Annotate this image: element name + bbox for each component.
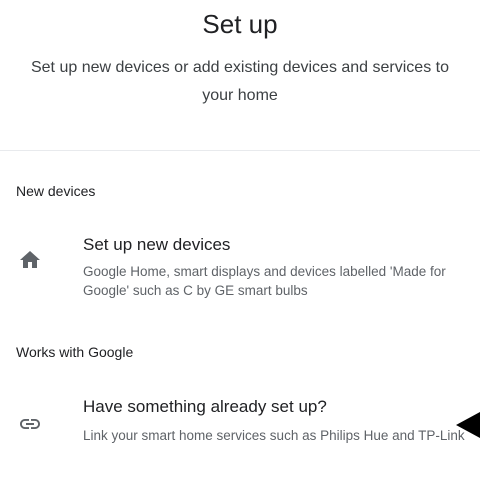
page-subtitle: Set up new devices or add existing devic… <box>30 59 449 104</box>
link-existing-services-item[interactable]: Have something already set up? Link your… <box>0 394 480 464</box>
link-icon <box>18 412 42 436</box>
set-up-new-devices-title: Set up new devices <box>83 235 231 254</box>
pointer-arrow-icon <box>456 412 480 438</box>
link-existing-services-title: Have something already set up? <box>83 397 327 416</box>
set-up-new-devices-item[interactable]: Set up new devices Google Home, smart di… <box>0 230 480 310</box>
header-divider <box>0 150 480 151</box>
section-header-works-with-google: Works with Google <box>16 344 134 360</box>
set-up-new-devices-description: Google Home, smart displays and devices … <box>83 264 446 298</box>
page-title: Set up <box>202 9 278 39</box>
section-header-new-devices: New devices <box>16 183 96 199</box>
home-icon <box>18 248 42 272</box>
link-existing-services-description: Link your smart home services such as Ph… <box>83 428 465 443</box>
